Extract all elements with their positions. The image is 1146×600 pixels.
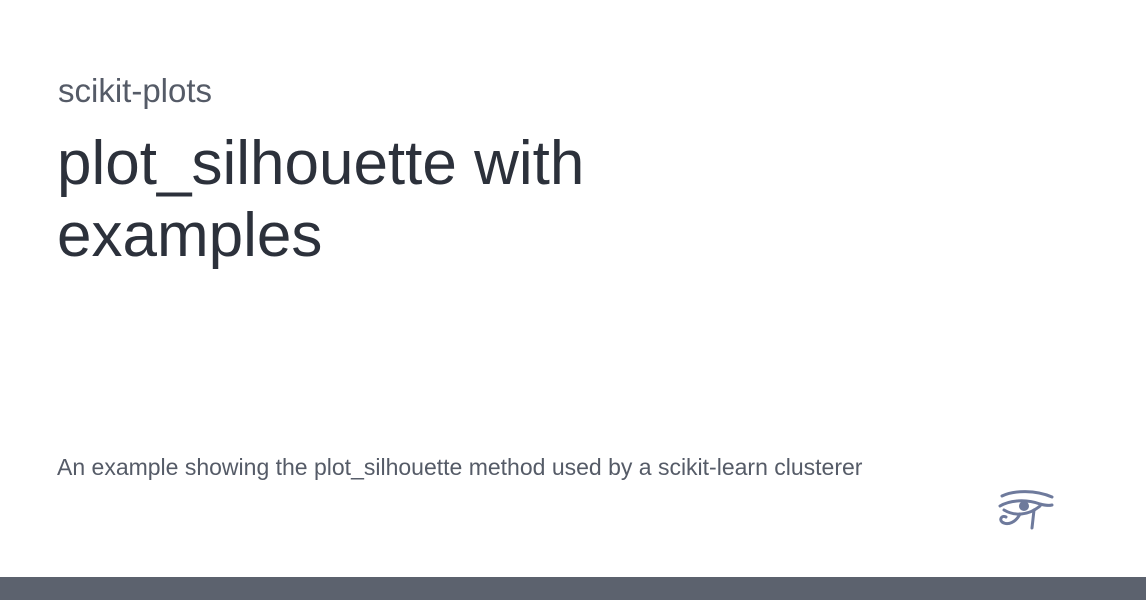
eye-of-horus-icon: [996, 488, 1056, 534]
page-title: plot_silhouette with examples: [57, 129, 585, 270]
page-description: An example showing the plot_silhouette m…: [57, 454, 863, 480]
site-name: scikit-plots: [58, 72, 213, 109]
preview-card: scikit-plots plot_silhouette with exampl…: [0, 0, 1146, 600]
footer-bar: [0, 577, 1146, 600]
